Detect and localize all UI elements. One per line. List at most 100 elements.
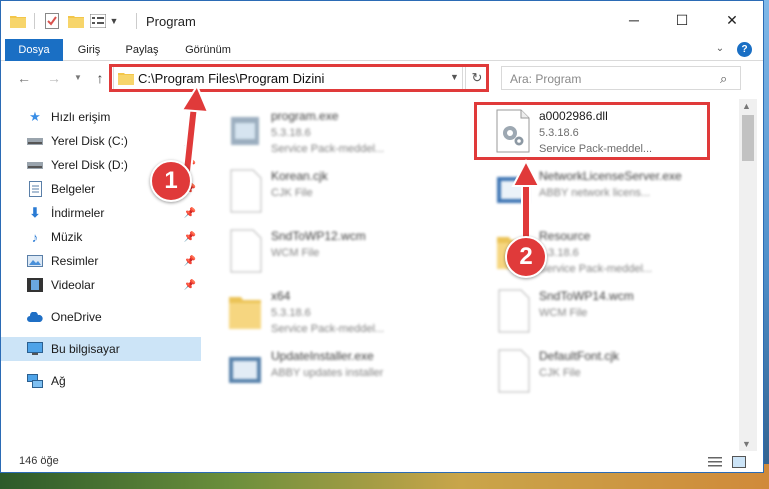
- separator: [34, 13, 35, 29]
- window-title: Program: [146, 14, 196, 29]
- file-item-x64[interactable]: x64 5.3.18.6 Service Pack-meddel...: [207, 283, 452, 339]
- details-view-icon[interactable]: [708, 456, 722, 468]
- sidebar-item-label: Yerel Disk (D:): [51, 158, 128, 172]
- documents-icon: [27, 181, 43, 197]
- forward-button[interactable]: →: [45, 69, 63, 87]
- sidebar-item-label: Bu bilgisayar: [51, 342, 120, 356]
- chevron-down-icon[interactable]: ▼: [109, 11, 119, 31]
- pin-icon[interactable]: 📌: [184, 280, 196, 291]
- address-highlight-frame: [109, 64, 489, 92]
- sidebar-item-label: Hızlı erişim: [51, 110, 111, 124]
- blank-file-icon: [495, 349, 531, 393]
- file-version: 5.3.18.6: [271, 307, 311, 319]
- item-count: 146 öğe: [19, 455, 59, 467]
- pictures-icon: [27, 253, 43, 269]
- sidebar-item-this-pc[interactable]: Bu bilgisayar: [1, 337, 201, 361]
- step-badge-1: 1: [150, 160, 192, 202]
- sidebar-item-downloads[interactable]: ⬇ İndirmeler 📌: [27, 201, 202, 225]
- step-badge-2: 2: [505, 236, 547, 278]
- tab-share[interactable]: Paylaş: [119, 39, 165, 61]
- separator: [136, 13, 137, 29]
- ribbon-tabs: Dosya Giriş Paylaş Görünüm ⌄ ?: [1, 39, 763, 61]
- file-highlight-frame: [474, 102, 710, 160]
- recent-locations-icon[interactable]: ▼: [69, 69, 87, 87]
- up-button[interactable]: ↑: [91, 69, 109, 87]
- file-description: Service Pack-meddel...: [271, 323, 385, 335]
- close-button[interactable]: ✕: [709, 5, 755, 35]
- pin-icon[interactable]: 📌: [184, 208, 196, 219]
- network-icon: [27, 373, 43, 389]
- file-name: SndToWP14.wcm: [539, 289, 634, 303]
- maximize-button[interactable]: ☐: [659, 5, 705, 35]
- search-input[interactable]: Ara: Program ⌕: [501, 66, 741, 90]
- sidebar-item-onedrive[interactable]: OneDrive: [27, 305, 202, 329]
- file-version: CJK File: [539, 367, 581, 379]
- file-name: SndToWP12.wcm: [271, 229, 366, 243]
- back-button[interactable]: ←: [15, 69, 33, 87]
- help-icon[interactable]: ?: [737, 42, 752, 57]
- drive-icon: [27, 157, 43, 173]
- blank-file-icon: [495, 289, 531, 333]
- star-icon: ★: [29, 109, 41, 124]
- expand-ribbon-icon[interactable]: ⌄: [713, 43, 727, 57]
- vertical-scrollbar[interactable]: ▲ ▼: [739, 99, 757, 451]
- properties-check-icon[interactable]: [43, 11, 61, 31]
- tab-view[interactable]: Görünüm: [177, 39, 239, 61]
- file-version: ABBY network licens...: [539, 187, 651, 199]
- file-name: Korean.cjk: [271, 169, 328, 183]
- sidebar-item-network[interactable]: Ağ: [27, 369, 202, 393]
- file-name: x64: [271, 289, 291, 303]
- file-version: WCM File: [539, 307, 588, 319]
- search-placeholder: Ara: Program: [510, 72, 582, 86]
- sidebar-item-label: Müzik: [51, 230, 83, 244]
- file-item-sndtowp12[interactable]: SndToWP12.wcm WCM File: [207, 223, 452, 279]
- file-item-defaultfont[interactable]: DefaultFont.cjk CJK File: [475, 343, 720, 399]
- file-description: Service Pack-meddel...: [539, 263, 653, 275]
- application-icon: [227, 349, 263, 393]
- sidebar-item-pictures[interactable]: Resimler 📌: [27, 249, 202, 273]
- music-icon: ♪: [31, 229, 39, 245]
- file-name: Resource: [539, 229, 591, 243]
- folder-icon: [227, 289, 263, 333]
- tab-home[interactable]: Giriş: [71, 39, 107, 61]
- title-bar: ▼ Program ─ ☐ ✕: [1, 1, 763, 39]
- file-item-update-installer[interactable]: UpdateInstaller.exe ABBY updates install…: [207, 343, 452, 399]
- videos-icon: [27, 277, 43, 293]
- file-name: DefaultFont.cjk: [539, 349, 620, 363]
- file-version: ABBY updates installer: [271, 367, 384, 379]
- scrollbar-thumb[interactable]: [742, 115, 754, 161]
- sidebar-item-label: Ağ: [51, 374, 66, 388]
- pin-icon[interactable]: 📌: [184, 232, 196, 243]
- arrow-2: [511, 158, 541, 248]
- pin-icon[interactable]: 📌: [184, 256, 196, 267]
- new-folder-icon[interactable]: [67, 11, 85, 31]
- file-name: UpdateInstaller.exe: [271, 349, 374, 363]
- file-description: Service Pack-meddel...: [271, 143, 385, 155]
- scroll-down-icon[interactable]: ▼: [742, 439, 751, 449]
- blank-file-icon: [227, 169, 263, 213]
- download-icon: ⬇: [29, 205, 41, 220]
- sidebar-item-label: İndirmeler: [51, 206, 105, 220]
- file-version: 5.3.18.6: [271, 127, 311, 139]
- scroll-up-icon[interactable]: ▲: [742, 101, 751, 111]
- application-icon: [227, 109, 263, 153]
- sidebar-item-music[interactable]: ♪ Müzik 📌: [27, 225, 202, 249]
- view-options-icon[interactable]: [89, 11, 107, 31]
- file-item-sndtowp14[interactable]: SndToWP14.wcm WCM File: [475, 283, 720, 339]
- file-item-korean-cjk[interactable]: Korean.cjk CJK File: [207, 163, 452, 219]
- file-name: program.exe: [271, 109, 339, 123]
- blank-file-icon: [227, 229, 263, 273]
- cloud-icon: [27, 309, 43, 325]
- file-version: WCM File: [271, 247, 320, 259]
- file-item-program-exe[interactable]: program.exe 5.3.18.6 Service Pack-meddel…: [207, 103, 452, 159]
- tab-file[interactable]: Dosya: [5, 39, 63, 61]
- status-bar: 146 öğe: [1, 451, 763, 473]
- file-version: CJK File: [271, 187, 313, 199]
- sidebar-item-videos[interactable]: Videolar 📌: [27, 273, 202, 297]
- folder-icon[interactable]: [9, 11, 27, 31]
- computer-icon: [27, 341, 43, 357]
- sidebar-item-label: Yerel Disk (C:): [51, 134, 128, 148]
- large-icons-view-icon[interactable]: [732, 456, 746, 468]
- minimize-button[interactable]: ─: [611, 5, 657, 35]
- search-icon[interactable]: ⌕: [720, 71, 727, 87]
